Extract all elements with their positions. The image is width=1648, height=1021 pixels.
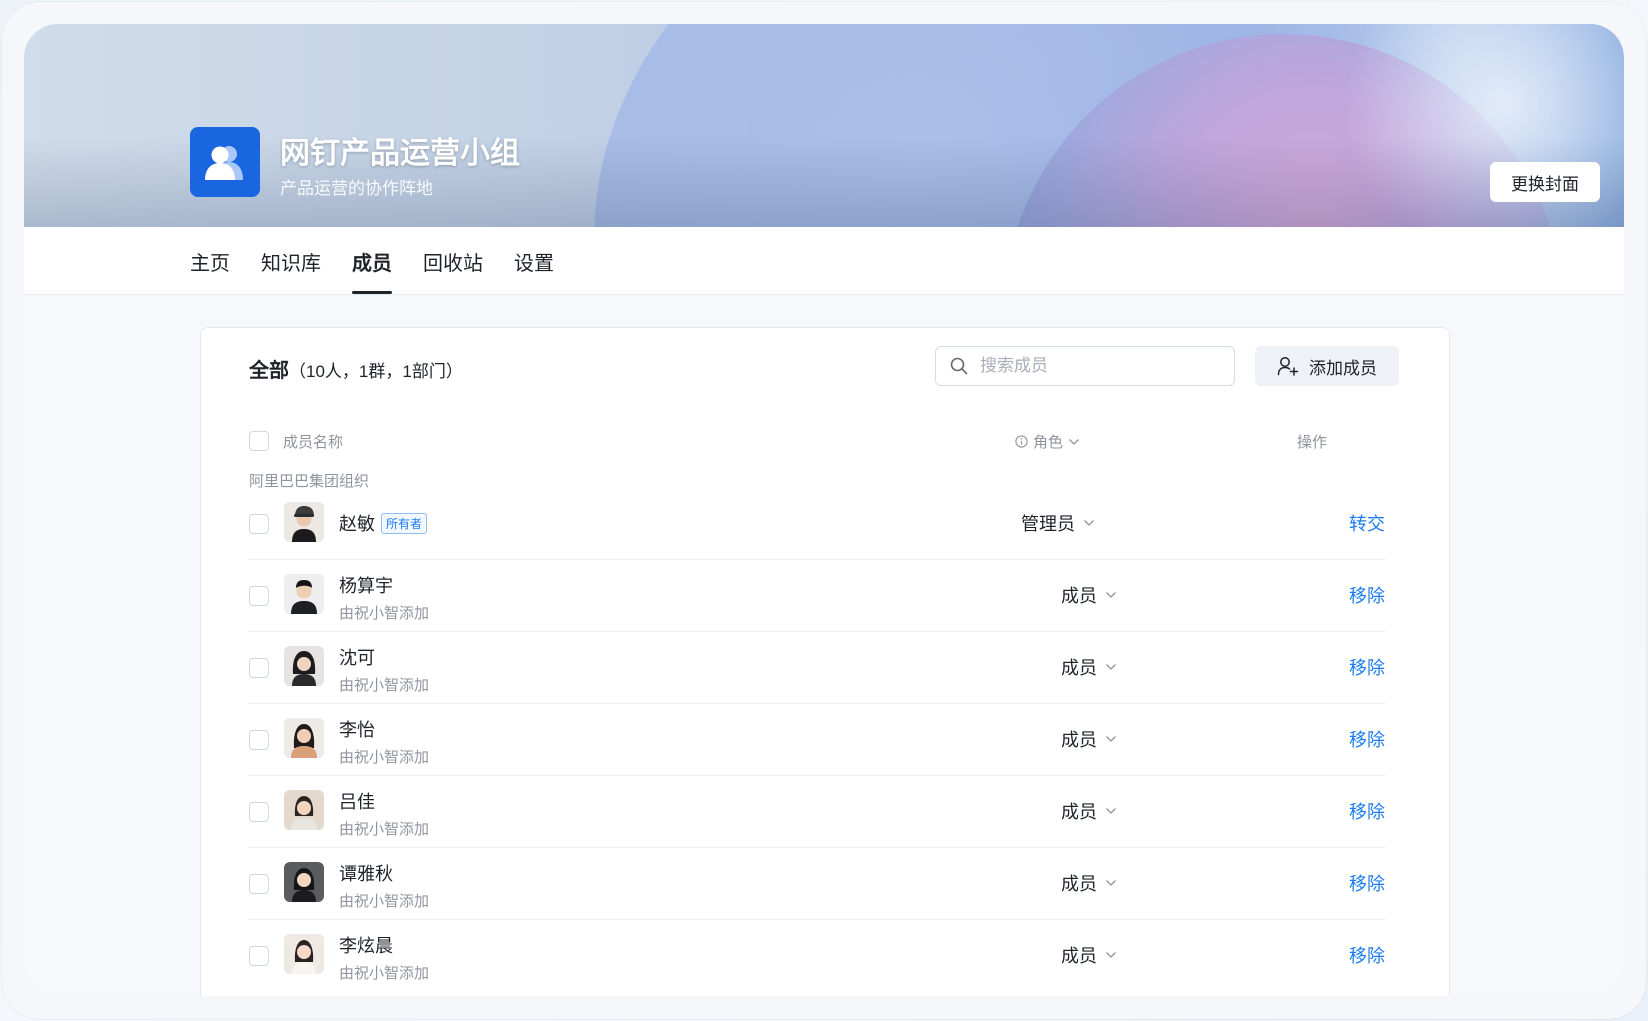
role-dropdown[interactable]: 成员 — [1061, 654, 1117, 680]
tab-members[interactable]: 成员 — [352, 247, 392, 294]
member-name: 李怡 — [339, 720, 375, 740]
member-name: 赵敏 — [339, 514, 375, 534]
member-row: 杨算宇 由祝小智添加 成员 移除 — [249, 560, 1385, 632]
remove-link[interactable]: 移除 — [1349, 726, 1385, 752]
member-row: 李炫晨 由祝小智添加 成员 移除 — [249, 920, 1385, 992]
member-checkbox[interactable] — [249, 514, 269, 534]
avatar — [284, 502, 324, 542]
chevron-down-icon — [1105, 663, 1117, 671]
role-value: 成员 — [1061, 946, 1097, 966]
tab-home[interactable]: 主页 — [190, 247, 230, 292]
members-count: （10人，1群，1部门） — [289, 362, 463, 381]
member-checkbox[interactable] — [249, 730, 269, 750]
avatar — [284, 790, 324, 830]
add-member-button[interactable]: 添加成员 — [1255, 346, 1399, 386]
avatar — [284, 934, 324, 974]
member-row: 李怡 由祝小智添加 成员 移除 — [249, 704, 1385, 776]
role-dropdown[interactable]: 成员 — [1061, 870, 1117, 896]
add-user-icon — [1277, 356, 1299, 376]
role-value: 成员 — [1061, 802, 1097, 822]
chevron-down-icon — [1105, 735, 1117, 743]
app-window: 网钉产品运营小组 产品运营的协作阵地 更换封面 主页 知识库 成员 回收站 设置… — [24, 24, 1624, 996]
added-by-text: 由祝小智添加 — [339, 965, 430, 982]
remove-link[interactable]: 移除 — [1349, 798, 1385, 824]
column-header-name: 成员名称 — [283, 434, 344, 451]
role-dropdown[interactable]: 成员 — [1061, 726, 1117, 752]
member-name: 沈可 — [339, 648, 375, 668]
chevron-down-icon — [1105, 591, 1117, 599]
avatar — [284, 646, 324, 686]
member-name: 杨算宇 — [339, 576, 393, 596]
column-header-role[interactable]: 角色 — [1015, 431, 1080, 452]
search-icon — [950, 357, 968, 375]
added-by-text: 由祝小智添加 — [339, 893, 430, 910]
member-name: 谭雅秋 — [339, 864, 393, 884]
added-by-text: 由祝小智添加 — [339, 677, 430, 694]
select-all-checkbox[interactable] — [249, 431, 269, 451]
members-title: 全部 — [249, 360, 289, 382]
role-dropdown[interactable]: 管理员 — [1021, 510, 1095, 536]
member-checkbox[interactable] — [249, 946, 269, 966]
member-checkbox[interactable] — [249, 658, 269, 678]
change-cover-button[interactable]: 更换封面 — [1490, 162, 1600, 202]
chevron-down-icon — [1105, 879, 1117, 887]
group-subtitle: 产品运营的协作阵地 — [280, 179, 433, 198]
tab-recycle-bin[interactable]: 回收站 — [423, 247, 483, 292]
transfer-link[interactable]: 转交 — [1349, 510, 1385, 536]
column-header-action: 操作 — [1297, 434, 1328, 451]
member-row: 赵敏 所有者 管理员 转交 — [249, 488, 1385, 560]
avatar — [284, 574, 324, 614]
member-search-box[interactable] — [935, 346, 1235, 386]
cover-shade — [24, 137, 1624, 227]
member-checkbox[interactable] — [249, 874, 269, 894]
members-heading: 全部（10人，1群，1部门） — [249, 354, 463, 383]
chevron-down-icon — [1105, 951, 1117, 959]
role-value: 成员 — [1061, 874, 1097, 894]
added-by-text: 由祝小智添加 — [339, 605, 430, 622]
members-panel: 全部（10人，1群，1部门） 添加成员 成员名称 角色 操作 — [200, 327, 1450, 996]
member-name: 李炫晨 — [339, 936, 393, 956]
role-dropdown[interactable]: 成员 — [1061, 798, 1117, 824]
member-row: 沈可 由祝小智添加 成员 移除 — [249, 632, 1385, 704]
tab-settings[interactable]: 设置 — [514, 247, 554, 292]
add-member-label: 添加成员 — [1309, 358, 1377, 378]
remove-link[interactable]: 移除 — [1349, 942, 1385, 968]
avatar — [284, 862, 324, 902]
group-users-icon — [190, 127, 260, 197]
member-checkbox[interactable] — [249, 802, 269, 822]
member-name-container: 赵敏 所有者 — [339, 510, 428, 536]
remove-link[interactable]: 移除 — [1349, 870, 1385, 896]
avatar — [284, 718, 324, 758]
tab-knowledge-base[interactable]: 知识库 — [261, 247, 321, 292]
role-value: 成员 — [1061, 586, 1097, 606]
role-dropdown[interactable]: 成员 — [1061, 582, 1117, 608]
added-by-text: 由祝小智添加 — [339, 821, 430, 838]
member-row: 谭雅秋 由祝小智添加 成员 移除 — [249, 848, 1385, 920]
info-icon — [1015, 435, 1028, 448]
member-checkbox[interactable] — [249, 586, 269, 606]
group-title: 网钉产品运营小组 — [280, 137, 520, 170]
role-value: 管理员 — [1021, 514, 1075, 534]
role-header-label: 角色 — [1033, 434, 1064, 451]
role-value: 成员 — [1061, 658, 1097, 678]
search-input[interactable] — [980, 356, 1210, 376]
chevron-down-icon — [1083, 519, 1095, 527]
remove-link[interactable]: 移除 — [1349, 654, 1385, 680]
added-by-text: 由祝小智添加 — [339, 749, 430, 766]
remove-link[interactable]: 移除 — [1349, 582, 1385, 608]
cover-banner: 网钉产品运营小组 产品运营的协作阵地 更换封面 — [24, 24, 1624, 227]
tab-bar: 主页 知识库 成员 回收站 设置 — [24, 227, 1624, 295]
member-name: 吕佳 — [339, 792, 375, 812]
role-value: 成员 — [1061, 730, 1097, 750]
role-dropdown[interactable]: 成员 — [1061, 942, 1117, 968]
owner-badge: 所有者 — [381, 513, 428, 534]
chevron-down-icon — [1068, 438, 1080, 446]
chevron-down-icon — [1105, 807, 1117, 815]
member-row: 吕佳 由祝小智添加 成员 移除 — [249, 776, 1385, 848]
